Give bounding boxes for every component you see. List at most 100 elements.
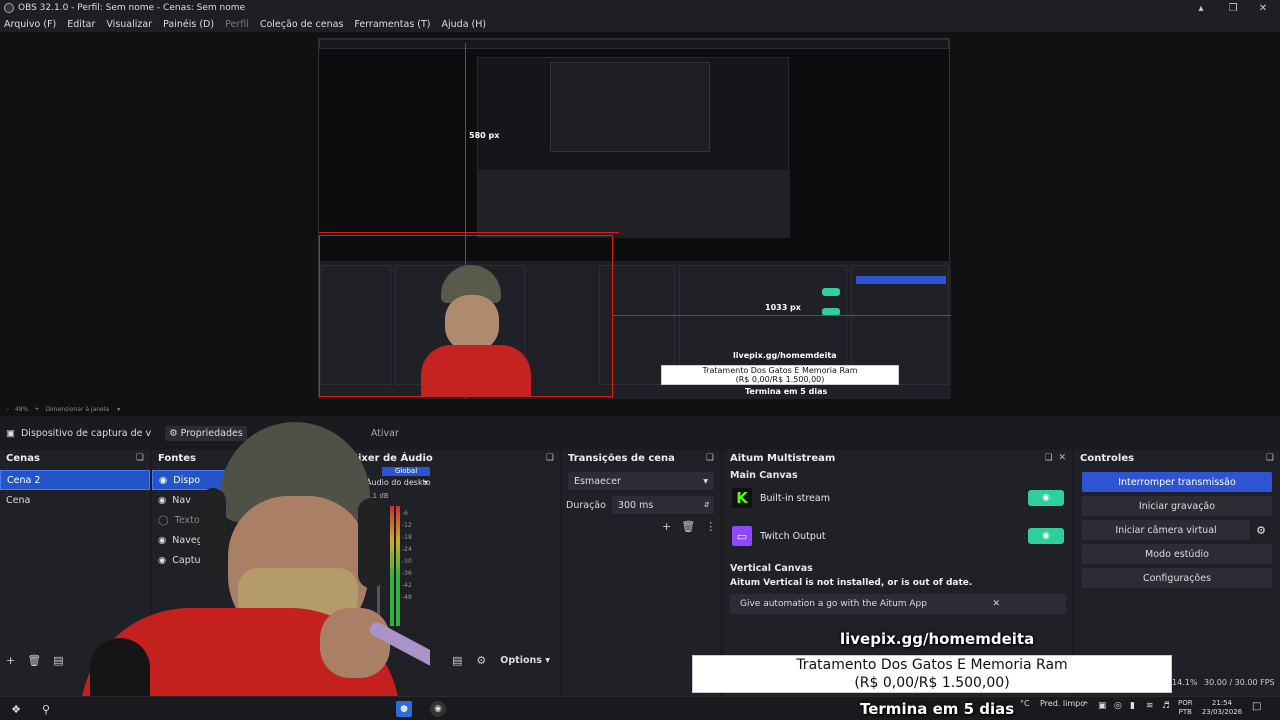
wifi-icon[interactable]: ≋ <box>1146 701 1154 711</box>
menu-scene-collection[interactable]: Coleção de cenas <box>260 19 344 30</box>
scenes-toolbar: + 🗑 ▤ <box>6 654 64 667</box>
donation-goal-box: Tratamento Dos Gatos E Memoria Ram (R$ 0… <box>692 655 1172 693</box>
close-icon[interactable]: ✕ <box>1058 453 1066 463</box>
trash-icon[interactable]: 🗑 <box>681 520 695 533</box>
filter-icon[interactable]: ▤ <box>53 654 63 667</box>
windows-start-icon[interactable]: ❖ <box>8 701 24 717</box>
menu-tools[interactable]: Ferramentas (T) <box>354 19 430 30</box>
duration-input[interactable]: 300 ms ⇵ <box>611 496 714 514</box>
close-icon[interactable]: ✕ <box>1248 0 1278 16</box>
add-icon[interactable]: + <box>662 520 671 533</box>
menu-bar: Arquivo (F) Editar Visualizar Painéis (D… <box>0 16 1280 32</box>
headphone-left <box>200 488 226 578</box>
menu-docks[interactable]: Painéis (D) <box>163 19 214 30</box>
network-icon[interactable]: ◎ <box>1114 701 1122 711</box>
window-title: OBS 32.1.0 - Perfil: Sem nome - Cenas: S… <box>18 3 246 13</box>
menu-edit[interactable]: Editar <box>67 19 95 30</box>
close-icon[interactable]: ✕ <box>992 599 1000 609</box>
lang-bottom: PTB <box>1178 708 1192 716</box>
chevron-up-icon[interactable]: ⌃ <box>1082 701 1090 711</box>
nested-webcam <box>415 265 545 397</box>
start-virtual-camera-button[interactable]: Iniciar câmera virtual <box>1082 520 1250 540</box>
menu-help[interactable]: Ajuda (H) <box>442 19 487 30</box>
options-label: Options <box>500 655 542 666</box>
nested-preview <box>477 57 790 238</box>
options-button[interactable]: Options ▾ <box>500 655 550 666</box>
nested-goal-box: Tratamento Dos Gatos E Memoria Ram (R$ 0… <box>661 365 899 385</box>
add-icon[interactable]: + <box>6 654 15 667</box>
menu-profile[interactable]: Perfil <box>225 19 249 30</box>
output-row: K Built-in stream ◉ <box>724 485 1072 511</box>
output-toggle[interactable]: ◉ <box>1028 490 1064 506</box>
preview-canvas[interactable]: 580 px 1033 px livepix.gg/homemdeita Tra… <box>318 38 951 399</box>
undock-icon[interactable]: ❏ <box>1266 453 1274 463</box>
output-name: Built-in stream <box>760 492 830 504</box>
maximize-icon[interactable]: ❐ <box>1218 0 1248 16</box>
weather-temp[interactable]: °C <box>1020 699 1030 708</box>
nested-goal-title: Tratamento Dos Gatos E Memoria Ram <box>702 366 858 375</box>
obs-taskbar-icon[interactable]: ◉ <box>430 701 446 717</box>
menu-file[interactable]: Arquivo (F) <box>4 19 56 30</box>
clock[interactable]: 21:54 23/03/2026 <box>1200 699 1244 717</box>
twitch-icon: ▭ <box>732 526 752 546</box>
language-indicator[interactable]: POR PTB <box>1178 699 1193 717</box>
output-name: Twitch Output <box>760 530 826 542</box>
studio-mode-button[interactable]: Modo estúdio <box>1082 544 1272 564</box>
notification-icon[interactable]: □ <box>1252 701 1261 712</box>
lang-top: POR <box>1178 699 1193 707</box>
transitions-toolbar: + 🗑 ⋮ <box>662 520 716 533</box>
settings-button[interactable]: Configurações <box>1082 568 1272 588</box>
virtual-camera-row: Iniciar câmera virtual ⚙ <box>1082 520 1272 540</box>
output-toggle[interactable]: ◉ <box>1028 528 1064 544</box>
transitions-title: Transições de cena <box>568 452 675 464</box>
cpu-usage: 14.1% <box>1172 678 1198 687</box>
multistream-header: Aitum Multistream ❏ ✕ <box>724 450 1072 466</box>
vertical-canvas-label: Vertical Canvas <box>730 563 813 574</box>
trash-icon[interactable]: 🗑 <box>27 654 41 667</box>
fps-display: 30.00 / 30.00 FPS <box>1204 678 1275 687</box>
menu-view[interactable]: Visualizar <box>106 19 152 30</box>
controls-title: Controles <box>1080 452 1135 464</box>
scale-mode[interactable]: Dimensionar à janela <box>45 406 109 413</box>
layout-icon[interactable]: ▤ <box>452 654 462 667</box>
weather-desc[interactable]: Pred. limpo <box>1040 699 1085 708</box>
nested-pix-text: livepix.gg/homemdeita <box>733 351 837 360</box>
nested-stop-button <box>856 276 946 284</box>
clock-time: 21:54 <box>1211 699 1233 707</box>
zoom-in-icon[interactable]: + <box>34 406 39 413</box>
duration-value: 300 ms <box>617 499 654 511</box>
automation-banner[interactable]: Give automation a go with the Aitum App … <box>730 594 1066 614</box>
nested-goal-amount: (R$ 0,00/R$ 1.500,00) <box>735 375 825 384</box>
pix-link-text: livepix.gg/homemdeita <box>840 630 1035 648</box>
search-icon[interactable]: ⚲ <box>38 701 54 717</box>
gear-icon[interactable]: ⚙ <box>476 654 486 667</box>
transitions-header: Transições de cena ❏ <box>562 450 720 466</box>
nested-preview-2 <box>550 62 710 152</box>
gear-icon[interactable]: ⚙ <box>1250 520 1272 540</box>
start-recording-button[interactable]: Iniciar gravação <box>1082 496 1272 516</box>
spinner-icon[interactable]: ⇵ <box>704 501 710 509</box>
undock-icon[interactable]: ❏ <box>1045 453 1053 463</box>
scale-dropdown-icon[interactable]: ▾ <box>117 406 120 413</box>
app-icon-browser[interactable]: ● <box>396 701 412 717</box>
nested-titlebar <box>319 39 949 49</box>
zoom-out-icon[interactable]: – <box>6 406 9 413</box>
width-measure-label: 1033 px <box>765 303 801 312</box>
goal-amount: (R$ 0,00/R$ 1.500,00) <box>854 675 1010 691</box>
nested-docks <box>478 170 790 238</box>
hand <box>320 608 390 678</box>
webcam-overlay <box>70 418 430 720</box>
nested-ends-text: Termina em 5 dias <box>745 387 828 396</box>
more-icon[interactable]: ⋮ <box>705 520 716 533</box>
guide-line-horizontal <box>319 232 619 233</box>
stop-streaming-button[interactable]: Interromper transmissão <box>1082 472 1272 492</box>
battery-icon[interactable]: ▮ <box>1130 701 1135 711</box>
clock-date: 23/03/2026 <box>1201 708 1243 716</box>
speaker-icon[interactable]: ♬ <box>1162 701 1170 711</box>
undock-icon[interactable]: ❏ <box>546 453 554 463</box>
undock-icon[interactable]: ❏ <box>706 453 714 463</box>
camera-icon: ▣ <box>6 427 15 439</box>
transition-type-select[interactable]: Esmaecer ▾ <box>568 472 714 490</box>
tray-app-icon[interactable]: ▣ <box>1098 701 1107 711</box>
minimize-icon[interactable]: ▴ <box>1186 0 1216 16</box>
